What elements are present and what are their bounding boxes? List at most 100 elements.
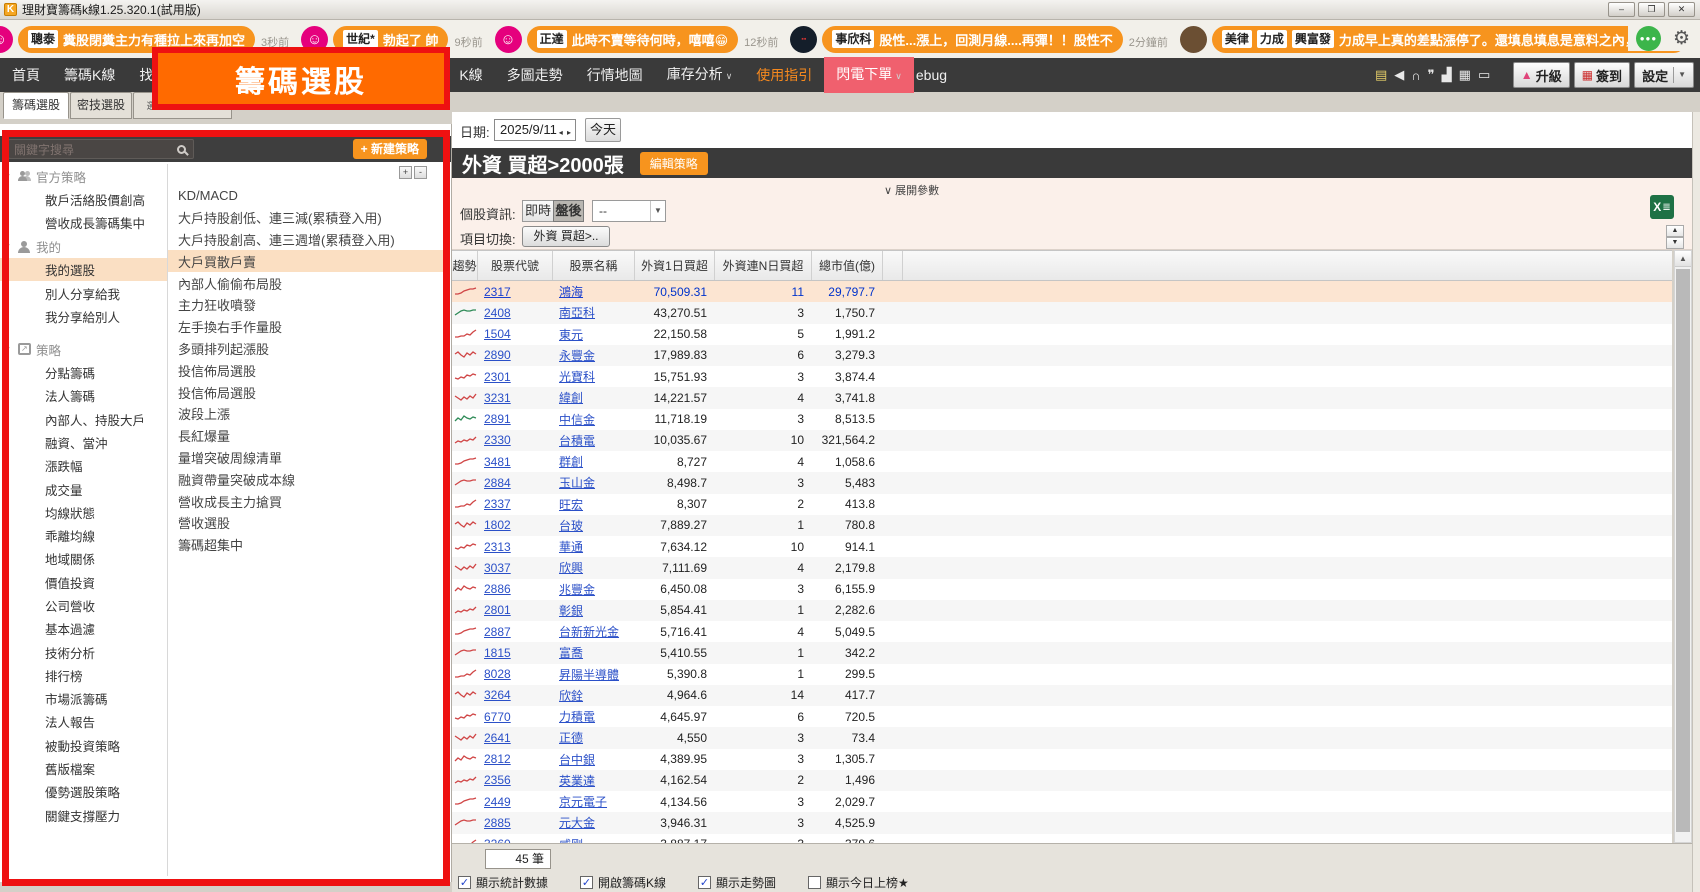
- strategy-item[interactable]: 量增突破周線清單: [168, 447, 450, 469]
- nav-item-首頁[interactable]: 首頁: [0, 58, 52, 92]
- tree-item-法人報告[interactable]: 法人報告: [0, 710, 167, 733]
- strategy-item[interactable]: 內部人偷偷布局股: [168, 272, 450, 294]
- strategy-item[interactable]: 營收成長主力搶買: [168, 490, 450, 512]
- info-dropdown[interactable]: -- ▼: [592, 200, 666, 222]
- column-header-股票名稱[interactable]: 股票名稱: [553, 251, 635, 280]
- scroll-up-icon[interactable]: ▲: [1666, 225, 1684, 237]
- stock-code-link[interactable]: 2890: [484, 348, 511, 362]
- tree-item-價值投資[interactable]: 價值投資: [0, 571, 167, 594]
- table-row[interactable]: 3037欣興7,111.6942,179.8: [452, 557, 1672, 578]
- table-row[interactable]: 2884玉山金8,498.735,483: [452, 472, 1672, 493]
- column-header-趨勢[interactable]: 趨勢: [452, 251, 478, 280]
- stock-name-link[interactable]: 玉山金: [559, 474, 595, 491]
- stock-code-link[interactable]: 2449: [484, 795, 511, 809]
- headset-icon[interactable]: ∩: [1411, 68, 1420, 83]
- stock-name-link[interactable]: 元大金: [559, 814, 595, 831]
- checkbox-顯示統計數據[interactable]: ✓顯示統計數據: [458, 874, 548, 891]
- table-row[interactable]: 2337旺宏8,3072413.8: [452, 494, 1672, 515]
- nav-item-行情地圖[interactable]: 行情地圖: [575, 58, 655, 92]
- minimize-button[interactable]: –: [1608, 2, 1635, 17]
- tree-item-舊版檔案[interactable]: 舊版檔案: [0, 757, 167, 780]
- checkbox-顯示今日上榜★[interactable]: 顯示今日上榜★: [808, 874, 909, 891]
- table-row[interactable]: 6770力積電4,645.976720.5: [452, 706, 1672, 727]
- tree-item-別人分享給我[interactable]: 別人分享給我: [0, 281, 167, 304]
- collapse-triangle-icon[interactable]: ▾: [5, 241, 10, 252]
- collapse-triangle-icon[interactable]: ▾: [5, 171, 10, 182]
- stock-name-link[interactable]: 正德: [559, 729, 583, 746]
- checkbox-icon[interactable]: ✓: [458, 876, 471, 889]
- table-row[interactable]: 2408南亞科43,270.5131,750.7: [452, 302, 1672, 323]
- stock-code-link[interactable]: 2891: [484, 412, 511, 426]
- tree-item-關鍵支撐壓力[interactable]: 關鍵支撐壓力: [0, 804, 167, 827]
- stock-code-link[interactable]: 1802: [484, 518, 511, 532]
- strategy-item[interactable]: 波段上漲: [168, 403, 450, 425]
- excel-export-icon[interactable]: X≣: [1650, 195, 1674, 219]
- nav-item-閃電下單[interactable]: 閃電下單∨: [824, 57, 914, 93]
- table-row[interactable]: 2330台積電10,035.6710321,564.2: [452, 430, 1672, 451]
- window-icon[interactable]: ▭: [1478, 67, 1490, 83]
- tree-group-我的[interactable]: ▾我的: [0, 235, 167, 258]
- tree-item-法人籌碼[interactable]: 法人籌碼: [0, 384, 167, 407]
- column-header-blank[interactable]: [883, 251, 903, 280]
- tree-item-我的選股[interactable]: 我的選股: [0, 258, 167, 281]
- collapse-triangle-icon[interactable]: ▾: [5, 344, 10, 355]
- stock-name-link[interactable]: 英業達: [559, 772, 595, 789]
- table-row[interactable]: 2890永豐金17,989.8363,279.3: [452, 345, 1672, 366]
- checkbox-顯示走勢圖[interactable]: ✓顯示走勢圖: [698, 874, 776, 891]
- stock-code-link[interactable]: 2886: [484, 582, 511, 596]
- stock-code-link[interactable]: 2887: [484, 625, 511, 639]
- stock-code-link[interactable]: 2356: [484, 773, 511, 787]
- chat-message[interactable]: 美律力成興富發力成早上真的差點漲停了。還填息填息是意料之內，只是沒: [1212, 26, 1687, 53]
- stock-name-link[interactable]: 永豐金: [559, 347, 595, 364]
- item-switch-button[interactable]: 外資 買超>..: [522, 226, 610, 247]
- stock-name-link[interactable]: 富喬: [559, 644, 583, 661]
- note-icon[interactable]: ▤: [1375, 67, 1387, 83]
- stock-name-link[interactable]: 鴻海: [559, 283, 583, 300]
- tree-item-漲跌幅[interactable]: 漲跌幅: [0, 454, 167, 477]
- tree-item-地域關係[interactable]: 地域關係: [0, 547, 167, 570]
- restore-button[interactable]: ❐: [1638, 2, 1665, 17]
- minus-button[interactable]: -: [414, 166, 427, 179]
- stock-name-link[interactable]: 欣銓: [559, 687, 583, 704]
- column-header-總市值(億)[interactable]: 總市值(億): [812, 251, 883, 280]
- window-scrollbar[interactable]: [1692, 112, 1700, 892]
- 升級-button[interactable]: ▲升級: [1513, 62, 1570, 88]
- stock-code-link[interactable]: 2408: [484, 306, 511, 320]
- stock-name-link[interactable]: 兆豐金: [559, 581, 595, 598]
- chat-icon[interactable]: ❞: [1428, 67, 1435, 83]
- annotation-nav-highlight[interactable]: 籌碼選股: [152, 47, 450, 110]
- strategy-item[interactable]: 多頭排列起漲股: [168, 338, 450, 360]
- scrollbar-up-icon[interactable]: ▲: [1675, 251, 1691, 267]
- table-row[interactable]: 2812台中銀4,389.9531,305.7: [452, 749, 1672, 770]
- tree-group-策略[interactable]: ▾策略: [0, 338, 167, 361]
- tree-item-我分享給別人[interactable]: 我分享給別人: [0, 305, 167, 328]
- chat-bubble-icon[interactable]: ●●●: [1636, 26, 1661, 51]
- strategy-item[interactable]: 長紅爆量: [168, 425, 450, 447]
- stock-code-link[interactable]: 2641: [484, 731, 511, 745]
- stock-name-link[interactable]: 台積電: [559, 432, 595, 449]
- stock-code-link[interactable]: 2801: [484, 603, 511, 617]
- tree-item-優勢選股策略[interactable]: 優勢選股策略: [0, 780, 167, 803]
- column-header-外資1日買超[interactable]: 外資1日買超: [635, 251, 715, 280]
- nav-item-使用指引[interactable]: 使用指引: [744, 58, 824, 92]
- stock-name-link[interactable]: 台新新光金: [559, 623, 619, 640]
- strategy-item[interactable]: 投信佈局選股: [168, 381, 450, 403]
- stock-name-link[interactable]: 昇陽半導體: [559, 666, 619, 683]
- nav-item-K線[interactable]: K線: [447, 58, 494, 92]
- stock-code-link[interactable]: 6770: [484, 710, 511, 724]
- date-spinner-arrows[interactable]: ◂ ▸: [559, 123, 572, 143]
- strategy-item[interactable]: 大戶持股創高、連三週增(累積登入用): [168, 229, 450, 251]
- tree-item-均線狀態[interactable]: 均線狀態: [0, 501, 167, 524]
- table-row[interactable]: 2449京元電子4,134.5632,029.7: [452, 791, 1672, 812]
- new-strategy-button[interactable]: + 新建策略: [353, 139, 427, 159]
- table-row[interactable]: 2313華通7,634.1210914.1: [452, 536, 1672, 557]
- stock-code-link[interactable]: 2301: [484, 370, 511, 384]
- expand-params-toggle[interactable]: ∨ 展開參數: [884, 182, 939, 198]
- strategy-item[interactable]: 籌碼超集中: [168, 534, 450, 556]
- table-row[interactable]: 2801彰銀5,854.4112,282.6: [452, 600, 1672, 621]
- stock-name-link[interactable]: 力積電: [559, 708, 595, 725]
- stock-name-link[interactable]: 台玻: [559, 517, 583, 534]
- strategy-item[interactable]: 主力狂收噴發: [168, 294, 450, 316]
- stock-code-link[interactable]: 2337: [484, 497, 511, 511]
- tree-item-散戶活絡股價創高[interactable]: 散戶活絡股價創高: [0, 188, 167, 211]
